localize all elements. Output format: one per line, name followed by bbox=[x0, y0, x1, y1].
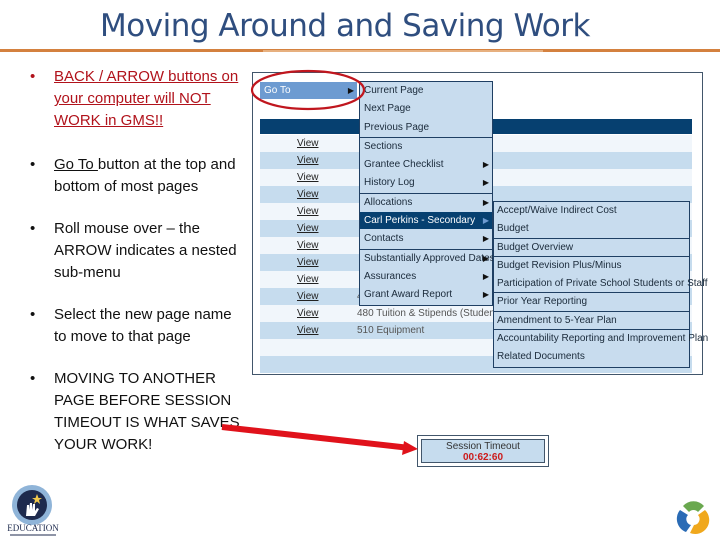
bullet-select-page: • Select the new page name to move to th… bbox=[30, 304, 240, 348]
submenu-item[interactable]: Budget Overview bbox=[494, 239, 689, 257]
menu-item-label: Next Page bbox=[364, 103, 411, 115]
submenu-item[interactable]: Accountability Reporting and Improvement… bbox=[494, 330, 708, 349]
menu-item-label: Accountability Reporting and Improvement… bbox=[497, 333, 709, 345]
view-link[interactable]: View bbox=[297, 135, 319, 152]
view-link[interactable]: View bbox=[297, 169, 319, 186]
menu-item-label: Budget Revision Plus/Minus bbox=[497, 259, 622, 271]
menu-item-label: Allocations bbox=[364, 196, 413, 208]
menu-item-label: Grant Award Report bbox=[364, 289, 453, 301]
carl-perkins-submenu: Accept/Waive Indirect Cost Budget Budget O… bbox=[493, 201, 708, 368]
bullet-text-underlined: Go To bbox=[54, 156, 98, 173]
view-link[interactable]: View bbox=[297, 305, 319, 322]
menu-item-label: Budget Overview bbox=[497, 241, 574, 253]
submenu-arrow-icon: ▶ bbox=[482, 271, 489, 281]
bullet-list: • BACK / ARROW buttons on your computer … bbox=[30, 66, 240, 476]
submenu-item[interactable]: Accept/Waive Indirect Cost bbox=[494, 202, 689, 221]
view-link[interactable]: View bbox=[297, 152, 319, 169]
view-link[interactable]: View bbox=[297, 203, 319, 220]
menu-item-label: Sections bbox=[364, 140, 403, 152]
submenu-arrow-icon: ▶ bbox=[482, 234, 489, 244]
submenu-arrow-icon: ▶ bbox=[482, 197, 489, 207]
view-link[interactable]: View bbox=[297, 186, 319, 203]
submenu-item[interactable]: Budget Revision Plus/Minus bbox=[494, 257, 689, 276]
view-link[interactable]: View bbox=[297, 237, 319, 254]
submenu-item[interactable]: Related Documents bbox=[494, 348, 689, 367]
menu-item-label: History Log bbox=[364, 177, 415, 189]
goto-menu-item[interactable]: History Log ▶ bbox=[360, 174, 492, 193]
goto-menu: Current Page Next Page Previous Page Sectio… bbox=[359, 81, 495, 306]
view-link[interactable]: View bbox=[297, 271, 319, 288]
menu-item-label: Contacts bbox=[364, 233, 404, 245]
view-link[interactable]: View bbox=[297, 220, 319, 237]
menu-item-label: Budget bbox=[497, 223, 529, 235]
menu-item-label: Current Page bbox=[364, 85, 424, 96]
goto-menu-item[interactable]: Allocations ▶ bbox=[360, 192, 492, 213]
menu-item-label: Related Documents bbox=[497, 351, 585, 363]
goto-menu-item[interactable]: Sections bbox=[360, 136, 492, 157]
view-link[interactable]: View bbox=[297, 288, 319, 305]
submenu-arrow-icon: ▶ bbox=[347, 86, 354, 95]
goto-menu-item[interactable]: Assurances ▶ bbox=[360, 268, 492, 287]
pointer-arrow-head bbox=[402, 441, 418, 455]
goto-button-label: Go To bbox=[264, 85, 291, 96]
goto-menu-item[interactable]: Grant Award Report ▶ bbox=[360, 286, 492, 305]
menu-item-label: Grantee Checklist bbox=[364, 159, 444, 171]
bullet-text: BACK / ARROW buttons on your computer wi… bbox=[54, 68, 239, 129]
bullet-glyph: • bbox=[30, 370, 36, 387]
session-timeout-label: Session Timeout bbox=[446, 441, 520, 452]
submenu-item[interactable]: Amendment to 5-Year Plan bbox=[494, 312, 689, 331]
tricolor-swirl-logo bbox=[676, 501, 710, 535]
bullet-back-button-warning: • BACK / ARROW buttons on your computer … bbox=[30, 66, 240, 132]
bullet-text: Roll mouse over – the ARROW indicates a … bbox=[54, 220, 237, 281]
submenu-arrow-icon: ▶ bbox=[482, 253, 489, 263]
submenu-item[interactable]: Budget bbox=[494, 220, 689, 239]
bullet-glyph: • bbox=[30, 220, 36, 237]
goto-button[interactable]: Go To ▶ bbox=[260, 82, 357, 99]
goto-menu-item[interactable]: Grantee Checklist ▶ bbox=[360, 156, 492, 175]
view-link[interactable]: View bbox=[297, 254, 319, 271]
view-link[interactable]: View bbox=[297, 322, 319, 339]
submenu-arrow-icon: ▶ bbox=[482, 178, 489, 188]
menu-item-label: Amendment to 5-Year Plan bbox=[497, 314, 617, 326]
slide-title: Moving Around and Saving Work bbox=[100, 8, 590, 44]
menu-item-label: Prior Year Reporting bbox=[497, 296, 588, 308]
grid-cell: 480 Tuition & Stipends (Students) bbox=[357, 308, 497, 319]
session-timeout-panel: Session Timeout 00:62:60 bbox=[417, 435, 549, 467]
education-seal-logo: EDUCATION bbox=[7, 485, 59, 536]
goto-menu-item[interactable]: Previous Page bbox=[360, 119, 492, 137]
goto-menu-item[interactable]: Carl Perkins - Secondary ▶ bbox=[360, 212, 492, 231]
submenu-arrow-icon: ▶ bbox=[482, 290, 489, 300]
bullet-text: MOVING TO ANOTHER PAGE BEFORE SESSION TI… bbox=[54, 370, 240, 453]
bullet-goto-button: • Go To button at the top and bottom of … bbox=[30, 154, 240, 198]
bullet-text: Select the new page name to move to that… bbox=[54, 306, 232, 345]
goto-menu-item[interactable]: Current Page bbox=[360, 82, 492, 101]
menu-item-label: Accept/Waive Indirect Cost bbox=[497, 205, 617, 216]
session-timeout-box: Session Timeout 00:62:60 bbox=[421, 439, 545, 463]
title-divider-highlight bbox=[263, 50, 543, 52]
bullet-glyph: • bbox=[30, 156, 36, 173]
grid-cell: 510 Equipment bbox=[357, 325, 425, 336]
menu-item-label: Previous Page bbox=[364, 121, 430, 133]
bullet-glyph: • bbox=[30, 68, 36, 85]
bullet-rollover-arrow: • Roll mouse over – the ARROW indicates … bbox=[30, 218, 240, 284]
menu-item-label: Carl Perkins - Secondary bbox=[364, 215, 476, 227]
education-logo-caption: EDUCATION bbox=[7, 523, 59, 533]
bullet-glyph: • bbox=[30, 306, 36, 323]
menu-item-label: Participation of Private School Students… bbox=[497, 278, 708, 290]
goto-menu-item[interactable]: Contacts ▶ bbox=[360, 230, 492, 249]
submenu-arrow-icon: ▶ bbox=[482, 216, 489, 226]
submenu-item[interactable]: Prior Year Reporting bbox=[494, 293, 689, 312]
menu-item-label: Assurances bbox=[364, 270, 417, 282]
bullet-session-timeout: • MOVING TO ANOTHER PAGE BEFORE SESSION … bbox=[30, 368, 240, 456]
pointer-arrow-shaft bbox=[221, 424, 411, 451]
submenu-item[interactable]: Participation of Private School Students… bbox=[494, 275, 708, 294]
menu-item-label: Substantially Approved Dates bbox=[364, 252, 495, 264]
submenu-arrow-icon: ▶ bbox=[482, 160, 489, 170]
goto-menu-item[interactable]: Next Page bbox=[360, 100, 492, 119]
goto-menu-item[interactable]: Substantially Approved Dates ▶ bbox=[360, 248, 495, 268]
session-timeout-time: 00:62:60 bbox=[462, 452, 504, 463]
